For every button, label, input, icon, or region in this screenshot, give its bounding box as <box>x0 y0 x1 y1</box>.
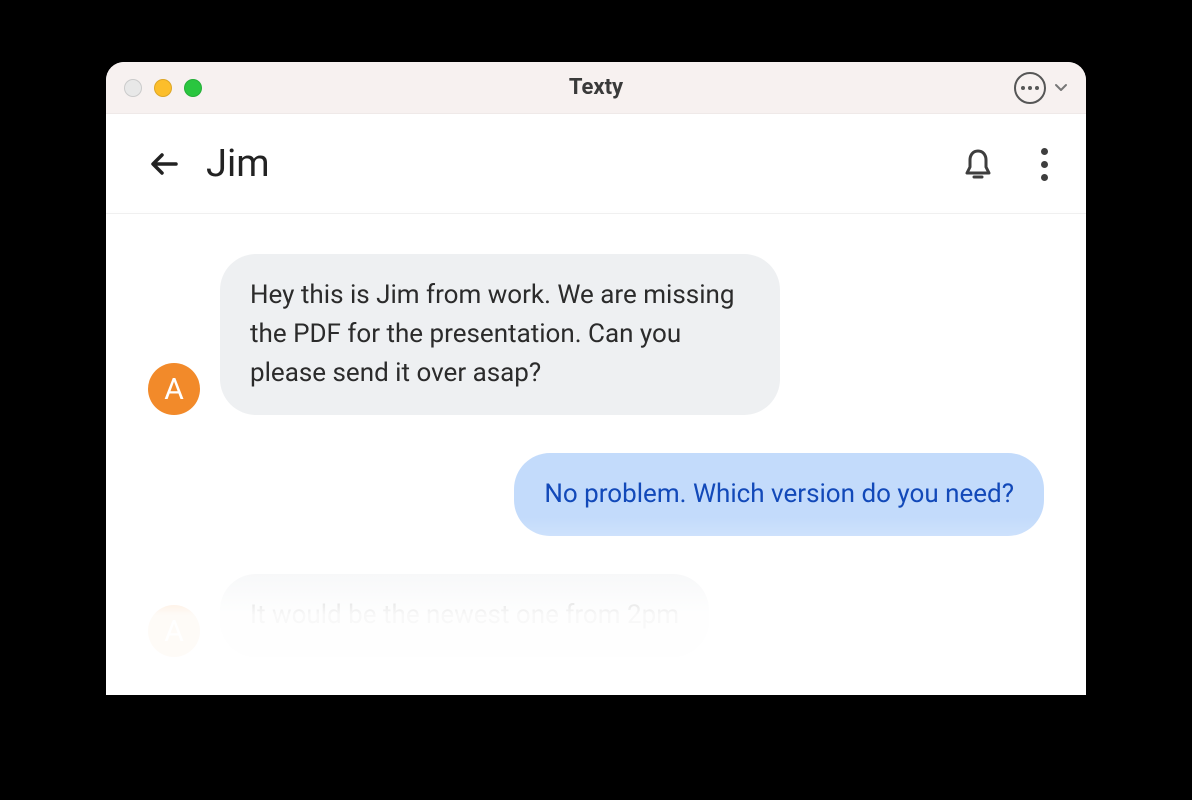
message-list[interactable]: A Hey this is Jim from work. We are miss… <box>106 214 1086 657</box>
contact-name: Jim <box>206 142 270 186</box>
bell-icon <box>963 147 993 181</box>
notifications-button[interactable] <box>963 147 993 181</box>
app-window: Texty Jim <box>106 62 1086 695</box>
chat-content: A Hey this is Jim from work. We are miss… <box>106 214 1086 657</box>
more-options-button[interactable] <box>1014 72 1046 104</box>
avatar[interactable]: A <box>148 605 200 657</box>
chevron-down-icon[interactable] <box>1054 81 1068 95</box>
message-row-received: A Hey this is Jim from work. We are miss… <box>148 254 1044 415</box>
menu-button[interactable] <box>1041 148 1048 181</box>
message-row-received: A It would be the newest one from 2pm <box>148 574 1044 657</box>
message-bubble: No problem. Which version do you need? <box>514 453 1044 536</box>
dot-icon <box>1041 148 1048 155</box>
message-bubble: It would be the newest one from 2pm <box>220 574 709 657</box>
message-row-sent: No problem. Which version do you need? <box>148 453 1044 536</box>
dot-icon <box>1041 161 1048 168</box>
chat-header: Jim <box>106 114 1086 214</box>
dot-icon <box>1028 86 1032 90</box>
window-controls <box>124 79 202 97</box>
header-actions <box>963 147 1048 181</box>
titlebar-actions <box>1014 72 1068 104</box>
avatar[interactable]: A <box>148 363 200 415</box>
dot-icon <box>1035 86 1039 90</box>
back-button[interactable] <box>146 145 184 183</box>
dot-icon <box>1041 174 1048 181</box>
message-bubble: Hey this is Jim from work. We are missin… <box>220 254 780 415</box>
minimize-window-button[interactable] <box>154 79 172 97</box>
maximize-window-button[interactable] <box>184 79 202 97</box>
arrow-left-icon <box>146 145 184 183</box>
window-title: Texty <box>569 75 623 100</box>
titlebar: Texty <box>106 62 1086 114</box>
dot-icon <box>1021 86 1025 90</box>
close-window-button[interactable] <box>124 79 142 97</box>
